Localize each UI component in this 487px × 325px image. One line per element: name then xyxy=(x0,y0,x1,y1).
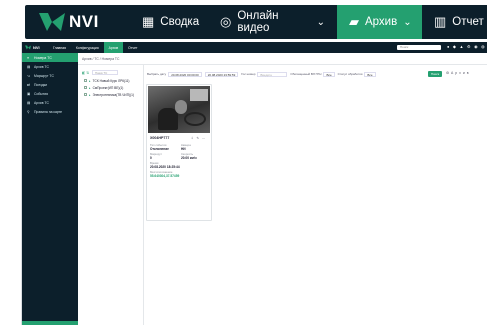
checkbox[interactable] xyxy=(84,86,87,89)
sidebar-item-map-rules[interactable]: ⚲ Правила на карте xyxy=(22,107,78,116)
logo-icon xyxy=(39,13,65,31)
nav-svodka-label: Сводка xyxy=(160,16,200,28)
camera-icon: ◎ xyxy=(220,14,232,29)
archive-icon: ▤ xyxy=(27,64,31,69)
checkbox[interactable] xyxy=(84,79,87,82)
brand-name: NVI xyxy=(69,12,99,31)
nav-online-video[interactable]: ◎ Онлайн видео ⌄ xyxy=(208,5,337,39)
folder-icon: ▸ xyxy=(89,78,91,83)
plate-input[interactable]: Введите xyxy=(257,71,288,77)
map-pin-icon: ⚲ xyxy=(27,109,30,114)
plate-label: Гос номер xyxy=(241,72,256,76)
sidebar-item-plates[interactable]: ≡ Номера ТС xyxy=(22,53,78,62)
nav-svodka[interactable]: ▦ Сводка xyxy=(130,5,208,39)
card-field: Тип события Отклонение xyxy=(150,143,169,151)
period-label: Выбрать дату xyxy=(147,72,167,76)
card-field: Местоположение 55.640304,37.57459 xyxy=(150,170,180,178)
archive-icon: ▤ xyxy=(27,100,31,105)
topbar-icons[interactable]: ● ◆ ▲ ⚙ ◉ ◍ xyxy=(447,44,486,49)
top-nav-zoomed: NVI ▦ Сводка ◎ Онлайн видео ⌄ ▰ Архив ⌄ … xyxy=(25,5,487,39)
chevron-down-icon: ⌄ xyxy=(403,16,412,28)
vehicle-tree: ◧ ⇅ Поиск ТС ▸ ТСК Новый Курс ЛРК(11) ▸ См… xyxy=(78,65,144,325)
trip-icon: ⇄ xyxy=(27,82,31,87)
date-from-input[interactable]: 20.08.2020 00:00:00 xyxy=(168,71,202,77)
status-select[interactable]: Все xyxy=(364,71,376,77)
logo-icon xyxy=(25,45,31,50)
tree-search-input[interactable]: Поиск ТС xyxy=(92,70,118,75)
grid-icon: ▦ xyxy=(142,14,155,29)
nav-archive[interactable]: ▰ Архив ⌄ xyxy=(337,5,422,39)
chevron-down-icon: ⌄ xyxy=(316,16,325,28)
date-to-input[interactable]: 20.08.2020 23:59:59 xyxy=(204,71,239,77)
checkbox[interactable] xyxy=(84,93,87,96)
topbar: NVI Главная Конфигурация Архив Отчет Пои… xyxy=(22,42,487,53)
nav-archive-label: Архив xyxy=(365,16,398,28)
card-field: Скорость 20.00 км/ч xyxy=(181,152,197,160)
expand-icon[interactable]: ◧ ⇅ xyxy=(82,71,89,75)
topbar-item-home[interactable]: Главная xyxy=(48,42,71,53)
sidebar: ≡ Номера ТС ▤ Архив ТС ↝ Маршрут ТС ⇄ Поездк… xyxy=(22,53,78,325)
card-actions[interactable]: ⇩ ✎ ⋯ xyxy=(191,136,206,140)
tree-item[interactable]: ▸ ТСК Новый Курс ЛРК(11) xyxy=(78,77,143,84)
nav-report[interactable]: ▥ Отчет ⌄ xyxy=(422,5,487,39)
tree-item[interactable]: ▸ СмПроект(ИП ВЕ)(1) xyxy=(78,84,143,91)
topbar-item-archive[interactable]: Архив xyxy=(103,42,124,53)
plate-number: Х004НР777 xyxy=(150,136,170,140)
app-window: NVI Главная Конфигурация Архив Отчет Пои… xyxy=(21,42,487,325)
photo-wheel xyxy=(184,112,206,126)
show-select[interactable]: Все xyxy=(323,71,335,77)
topbar-search-input[interactable]: Поиск xyxy=(397,45,441,50)
sidebar-footer xyxy=(22,321,78,325)
photo-window xyxy=(190,89,208,101)
photo-driver xyxy=(175,100,187,114)
topbar-brand: NVI xyxy=(33,45,40,50)
sidebar-item-archive-2[interactable]: ▤ Архив ТС xyxy=(22,98,78,107)
topbar-item-config[interactable]: Конфигурация xyxy=(71,42,104,53)
card-field: Камера НИ xyxy=(181,143,191,151)
sidebar-item-route[interactable]: ↝ Маршрут ТС xyxy=(22,71,78,80)
tree-toolbar: ◧ ⇅ Поиск ТС xyxy=(78,65,143,77)
event-photo[interactable] xyxy=(148,86,210,133)
view-toggles[interactable]: ⚙Архив xyxy=(446,71,471,75)
status-label: Статус обработки xyxy=(337,72,363,76)
nav-online-label: Онлайн видео xyxy=(237,10,279,34)
card-field: Время 20.08.2020 18:25:44 xyxy=(150,161,180,169)
card-field: Маршрут 0 xyxy=(150,152,162,160)
bar-chart-icon: ▥ xyxy=(434,14,447,29)
folder-icon: ▰ xyxy=(349,14,359,29)
sidebar-item-archive[interactable]: ▤ Архив ТС xyxy=(22,62,78,71)
route-icon: ↝ xyxy=(27,73,31,78)
folder-icon: ▸ xyxy=(89,85,91,90)
event-card[interactable]: Х004НР777 ⇩ ✎ ⋯ Тип события Отклонение К… xyxy=(146,84,212,221)
topbar-logo[interactable]: NVI xyxy=(22,45,48,50)
topbar-item-report[interactable]: Отчет xyxy=(123,42,142,53)
screenshot: { "brand": {"name": "NVI", "accent": "#2… xyxy=(0,0,487,325)
tree-item[interactable]: ▸ Электротехника(ТВ ЧИП)(1) xyxy=(78,91,143,98)
nav-report-label: Отчет xyxy=(452,16,484,28)
folder-icon: ▸ xyxy=(89,92,91,97)
sidebar-item-trips[interactable]: ⇄ Поездки xyxy=(22,80,78,89)
sidebar-item-events[interactable]: ▣ События xyxy=(22,89,78,98)
breadcrumb: Архив / ТС / Номера ТС xyxy=(82,57,120,61)
event-icon: ▣ xyxy=(27,91,31,96)
show-label: Обогащенный ВЛ ГРН xyxy=(290,72,322,76)
search-button[interactable]: Поиск xyxy=(428,71,442,77)
list-icon: ≡ xyxy=(27,55,30,60)
brand-logo[interactable]: NVI xyxy=(25,5,130,39)
